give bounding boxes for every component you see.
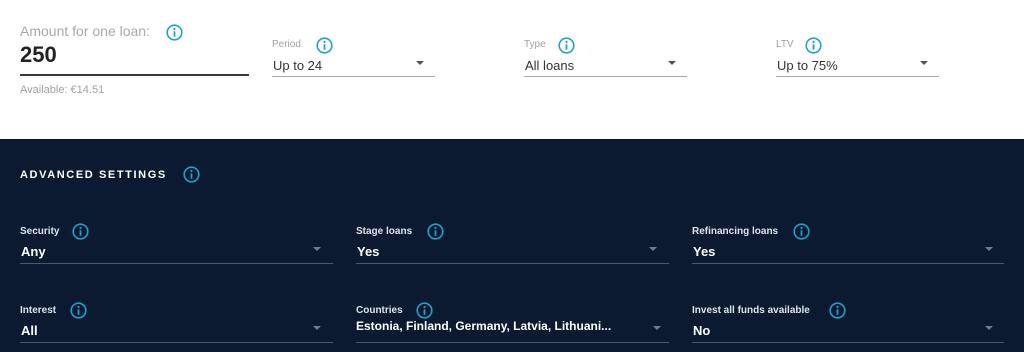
period-label: Period <box>272 39 301 50</box>
type-underline <box>524 76 687 77</box>
refinancing-loans-underline <box>692 263 1004 264</box>
amount-input[interactable]: 250 <box>20 42 57 68</box>
security-label: Security <box>20 226 60 237</box>
invest-all-funds-value: No <box>693 323 711 338</box>
refinancing-loans-label: Refinancing loans <box>692 226 779 237</box>
info-icon[interactable] <box>416 302 433 319</box>
chevron-down-icon <box>653 326 661 330</box>
interest-value: All <box>21 323 38 338</box>
advanced-settings-panel: ADVANCED SETTINGS Security Any Stage loa… <box>0 139 1024 352</box>
period-value: Up to 24 <box>273 58 323 73</box>
amount-label: Amount for one loan: <box>20 23 150 39</box>
info-icon[interactable] <box>72 223 89 240</box>
ltv-underline <box>776 76 939 77</box>
info-icon[interactable] <box>829 302 846 319</box>
available-funds: Available: €14.51 <box>20 84 105 96</box>
ltv-value: Up to 75% <box>777 58 838 73</box>
info-icon[interactable] <box>427 223 444 240</box>
info-icon[interactable] <box>805 37 822 54</box>
countries-label: Countries <box>356 305 403 316</box>
stage-loans-underline <box>356 263 669 264</box>
advanced-settings-title: ADVANCED SETTINGS <box>20 169 167 181</box>
chevron-down-icon <box>649 247 657 251</box>
chevron-down-icon <box>985 326 993 330</box>
type-label: Type <box>524 39 546 50</box>
basic-settings-panel: Amount for one loan: 250 Available: €14.… <box>0 0 1024 139</box>
invest-all-funds-label: Invest all funds available <box>692 305 810 316</box>
period-underline <box>272 76 435 77</box>
info-icon[interactable] <box>558 37 575 54</box>
security-underline <box>20 263 333 264</box>
chevron-down-icon <box>313 326 321 330</box>
countries-value: Estonia, Finland, Germany, Latvia, Lithu… <box>356 319 612 333</box>
ltv-label: LTV <box>776 39 794 50</box>
chevron-down-icon <box>920 61 928 65</box>
amount-input-underline <box>20 74 249 76</box>
countries-underline <box>356 342 669 343</box>
info-icon[interactable] <box>183 166 200 183</box>
info-icon[interactable] <box>316 37 333 54</box>
chevron-down-icon <box>668 61 676 65</box>
info-icon[interactable] <box>166 24 183 41</box>
chevron-down-icon <box>985 247 993 251</box>
security-value: Any <box>21 244 46 259</box>
stage-loans-label: Stage loans <box>356 226 413 237</box>
type-value: All loans <box>525 58 575 73</box>
chevron-down-icon <box>313 247 321 251</box>
info-icon[interactable] <box>793 223 810 240</box>
refinancing-loans-value: Yes <box>693 244 716 259</box>
chevron-down-icon <box>416 61 424 65</box>
interest-underline <box>20 342 333 343</box>
interest-label: Interest <box>20 305 57 316</box>
info-icon[interactable] <box>70 302 87 319</box>
invest-all-funds-underline <box>692 342 1004 343</box>
stage-loans-value: Yes <box>357 244 380 259</box>
